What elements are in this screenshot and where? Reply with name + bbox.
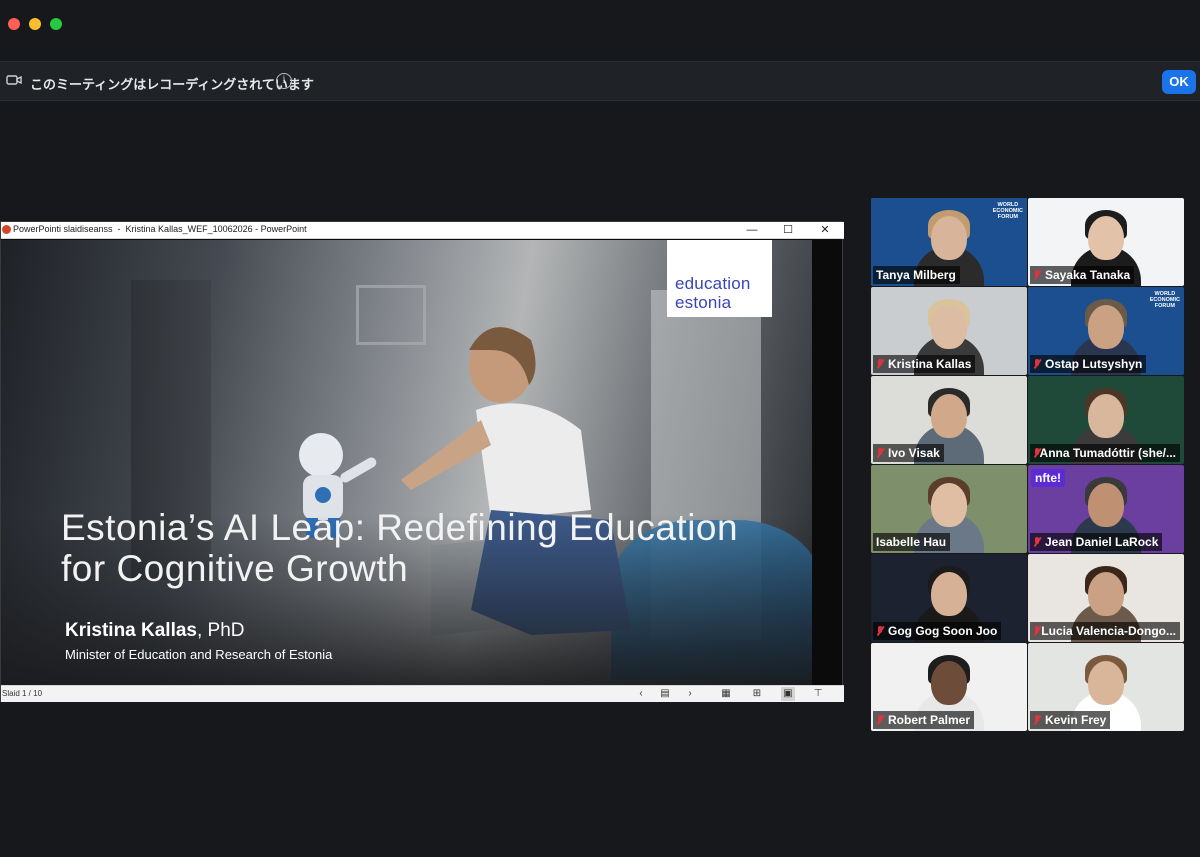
muted-mic-icon bbox=[1033, 625, 1040, 637]
close-window-button[interactable] bbox=[8, 18, 20, 30]
participant-face bbox=[931, 483, 967, 527]
minimize-window-button[interactable] bbox=[29, 18, 41, 30]
participant-face bbox=[1088, 394, 1124, 438]
participant-tile[interactable]: Kristina Kallas bbox=[871, 287, 1027, 375]
participant-face bbox=[931, 661, 967, 705]
participant-name: Kristina Kallas bbox=[888, 357, 972, 371]
participant-tile[interactable]: Robert Palmer bbox=[871, 643, 1027, 731]
presentation-slide: education estonia Estonia’s AI Leap: Red… bbox=[1, 240, 812, 685]
wef-logo: WORLD ECONOMIC FORUM bbox=[992, 202, 1023, 220]
previous-slide-button[interactable]: ‹ bbox=[634, 687, 648, 701]
participant-name-label: Sayaka Tanaka bbox=[1030, 266, 1135, 284]
participant-tile[interactable]: WORLD ECONOMIC FORUM Tanya Milberg bbox=[871, 198, 1027, 286]
muted-mic-icon bbox=[1033, 447, 1039, 459]
zoom-meeting-window: このミーティングはレコーディングされています i OK PowerPointi … bbox=[0, 0, 1200, 857]
participant-name-label: Ostap Lutsyshyn bbox=[1030, 355, 1147, 373]
participant-gallery: WORLD ECONOMIC FORUM Tanya Milberg Sayaka Ta… bbox=[871, 198, 1184, 731]
participant-face bbox=[1088, 216, 1124, 260]
participant-tile[interactable]: Isabelle Hau bbox=[871, 465, 1027, 553]
participant-name: Tanya Milberg bbox=[876, 268, 956, 282]
participant-name: Jean Daniel LaRock bbox=[1045, 535, 1159, 549]
participant-name: Kevin Frey bbox=[1045, 713, 1107, 727]
ppt-close-button[interactable]: ✕ bbox=[807, 222, 843, 239]
muted-mic-icon bbox=[1033, 714, 1041, 726]
powerpoint-titlebar: PowerPointi slaidiseanss - Kristina Kall… bbox=[1, 222, 844, 239]
participant-name: Anna Tumadóttir (she/... bbox=[1039, 446, 1176, 460]
participant-face bbox=[931, 305, 967, 349]
slide-title: Estonia’s AI Leap: Redefining Education … bbox=[61, 507, 739, 589]
participant-name: Isabelle Hau bbox=[876, 535, 947, 549]
wef-logo: WORLD ECONOMIC FORUM bbox=[1149, 291, 1180, 309]
participant-tile[interactable]: Sayaka Tanaka bbox=[1028, 198, 1184, 286]
recording-message: このミーティングはレコーディングされています bbox=[30, 77, 314, 92]
muted-mic-icon bbox=[876, 447, 884, 459]
participant-name-label: Isabelle Hau bbox=[873, 533, 951, 551]
screen-share-area: PowerPointi slaidiseanss - Kristina Kall… bbox=[0, 221, 844, 702]
participant-name-label: Gog Gog Soon Joo bbox=[873, 622, 1002, 640]
presenter-name: Kristina Kallas, PhD bbox=[65, 620, 245, 641]
participant-face bbox=[931, 216, 967, 260]
participant-name: Lucia Valencia-Dongo... bbox=[1041, 624, 1176, 638]
participant-name-label: Lucia Valencia-Dongo... bbox=[1030, 622, 1180, 640]
slide-counter: Slaid 1 / 10 bbox=[2, 689, 43, 698]
muted-mic-icon bbox=[1033, 536, 1041, 548]
window-controls bbox=[8, 18, 62, 30]
muted-mic-icon bbox=[1033, 269, 1041, 281]
nfte-logo: nfte! bbox=[1031, 469, 1065, 487]
powerpoint-status-bar: Slaid 1 / 10 ‹ ▤ › ▦ ⊞ ▣ ⊤ bbox=[1, 685, 844, 702]
muted-mic-icon bbox=[876, 625, 884, 637]
participant-name: Gog Gog Soon Joo bbox=[888, 624, 998, 638]
education-estonia-logo: education estonia bbox=[667, 240, 772, 317]
zoom-window-button[interactable] bbox=[50, 18, 62, 30]
participant-name-label: Jean Daniel LaRock bbox=[1030, 533, 1163, 551]
participant-name: Robert Palmer bbox=[888, 713, 971, 727]
participant-tile[interactable]: Gog Gog Soon Joo bbox=[871, 554, 1027, 642]
participant-tile[interactable]: Lucia Valencia-Dongo... bbox=[1028, 554, 1184, 642]
participant-face bbox=[1088, 483, 1124, 527]
participant-name: Ivo Visak bbox=[888, 446, 940, 460]
muted-mic-icon bbox=[876, 714, 884, 726]
reading-view-button[interactable]: ▣ bbox=[781, 687, 795, 701]
participant-name-label: Kristina Kallas bbox=[873, 355, 976, 373]
participant-tile[interactable]: Ivo Visak bbox=[871, 376, 1027, 464]
normal-view-button[interactable]: ▦ bbox=[719, 687, 733, 701]
participant-face bbox=[1088, 572, 1124, 616]
participant-face bbox=[931, 572, 967, 616]
ppt-maximize-button[interactable]: ☐ bbox=[770, 222, 806, 239]
slide-sorter-button[interactable]: ⊞ bbox=[750, 687, 764, 701]
participant-face bbox=[1088, 661, 1124, 705]
participant-name-label: Kevin Frey bbox=[1030, 711, 1111, 729]
recording-banner: このミーティングはレコーディングされています i OK bbox=[0, 61, 1200, 101]
muted-mic-icon bbox=[1033, 358, 1041, 370]
participant-face bbox=[931, 394, 967, 438]
presenter-role: Minister of Education and Research of Es… bbox=[65, 647, 333, 662]
info-icon[interactable]: i bbox=[276, 73, 292, 89]
participant-name-label: Tanya Milberg bbox=[873, 266, 960, 284]
next-slide-button[interactable]: › bbox=[683, 687, 697, 701]
participant-name-label: Robert Palmer bbox=[873, 711, 975, 729]
participant-tile[interactable]: WORLD ECONOMIC FORUM Ostap Lutsyshyn bbox=[1028, 287, 1184, 375]
participant-name: Ostap Lutsyshyn bbox=[1045, 357, 1143, 371]
participant-face bbox=[1088, 305, 1124, 349]
participant-tile[interactable]: Anna Tumadóttir (she/... bbox=[1028, 376, 1184, 464]
slide-menu-button[interactable]: ▤ bbox=[658, 687, 672, 701]
slideshow-button[interactable]: ⊤ bbox=[811, 687, 825, 701]
video-camera-icon bbox=[6, 75, 22, 85]
ppt-minimize-button[interactable]: — bbox=[734, 222, 770, 239]
participant-tile[interactable]: nfte! Jean Daniel LaRock bbox=[1028, 465, 1184, 553]
muted-mic-icon bbox=[876, 358, 884, 370]
participant-name-label: Anna Tumadóttir (she/... bbox=[1030, 444, 1180, 462]
participant-name-label: Ivo Visak bbox=[873, 444, 944, 462]
powerpoint-icon bbox=[2, 225, 11, 234]
participant-tile[interactable]: Kevin Frey bbox=[1028, 643, 1184, 731]
participant-name: Sayaka Tanaka bbox=[1045, 268, 1131, 282]
ok-button[interactable]: OK bbox=[1162, 70, 1196, 94]
powerpoint-window-title: PowerPointi slaidiseanss - Kristina Kall… bbox=[13, 224, 307, 234]
